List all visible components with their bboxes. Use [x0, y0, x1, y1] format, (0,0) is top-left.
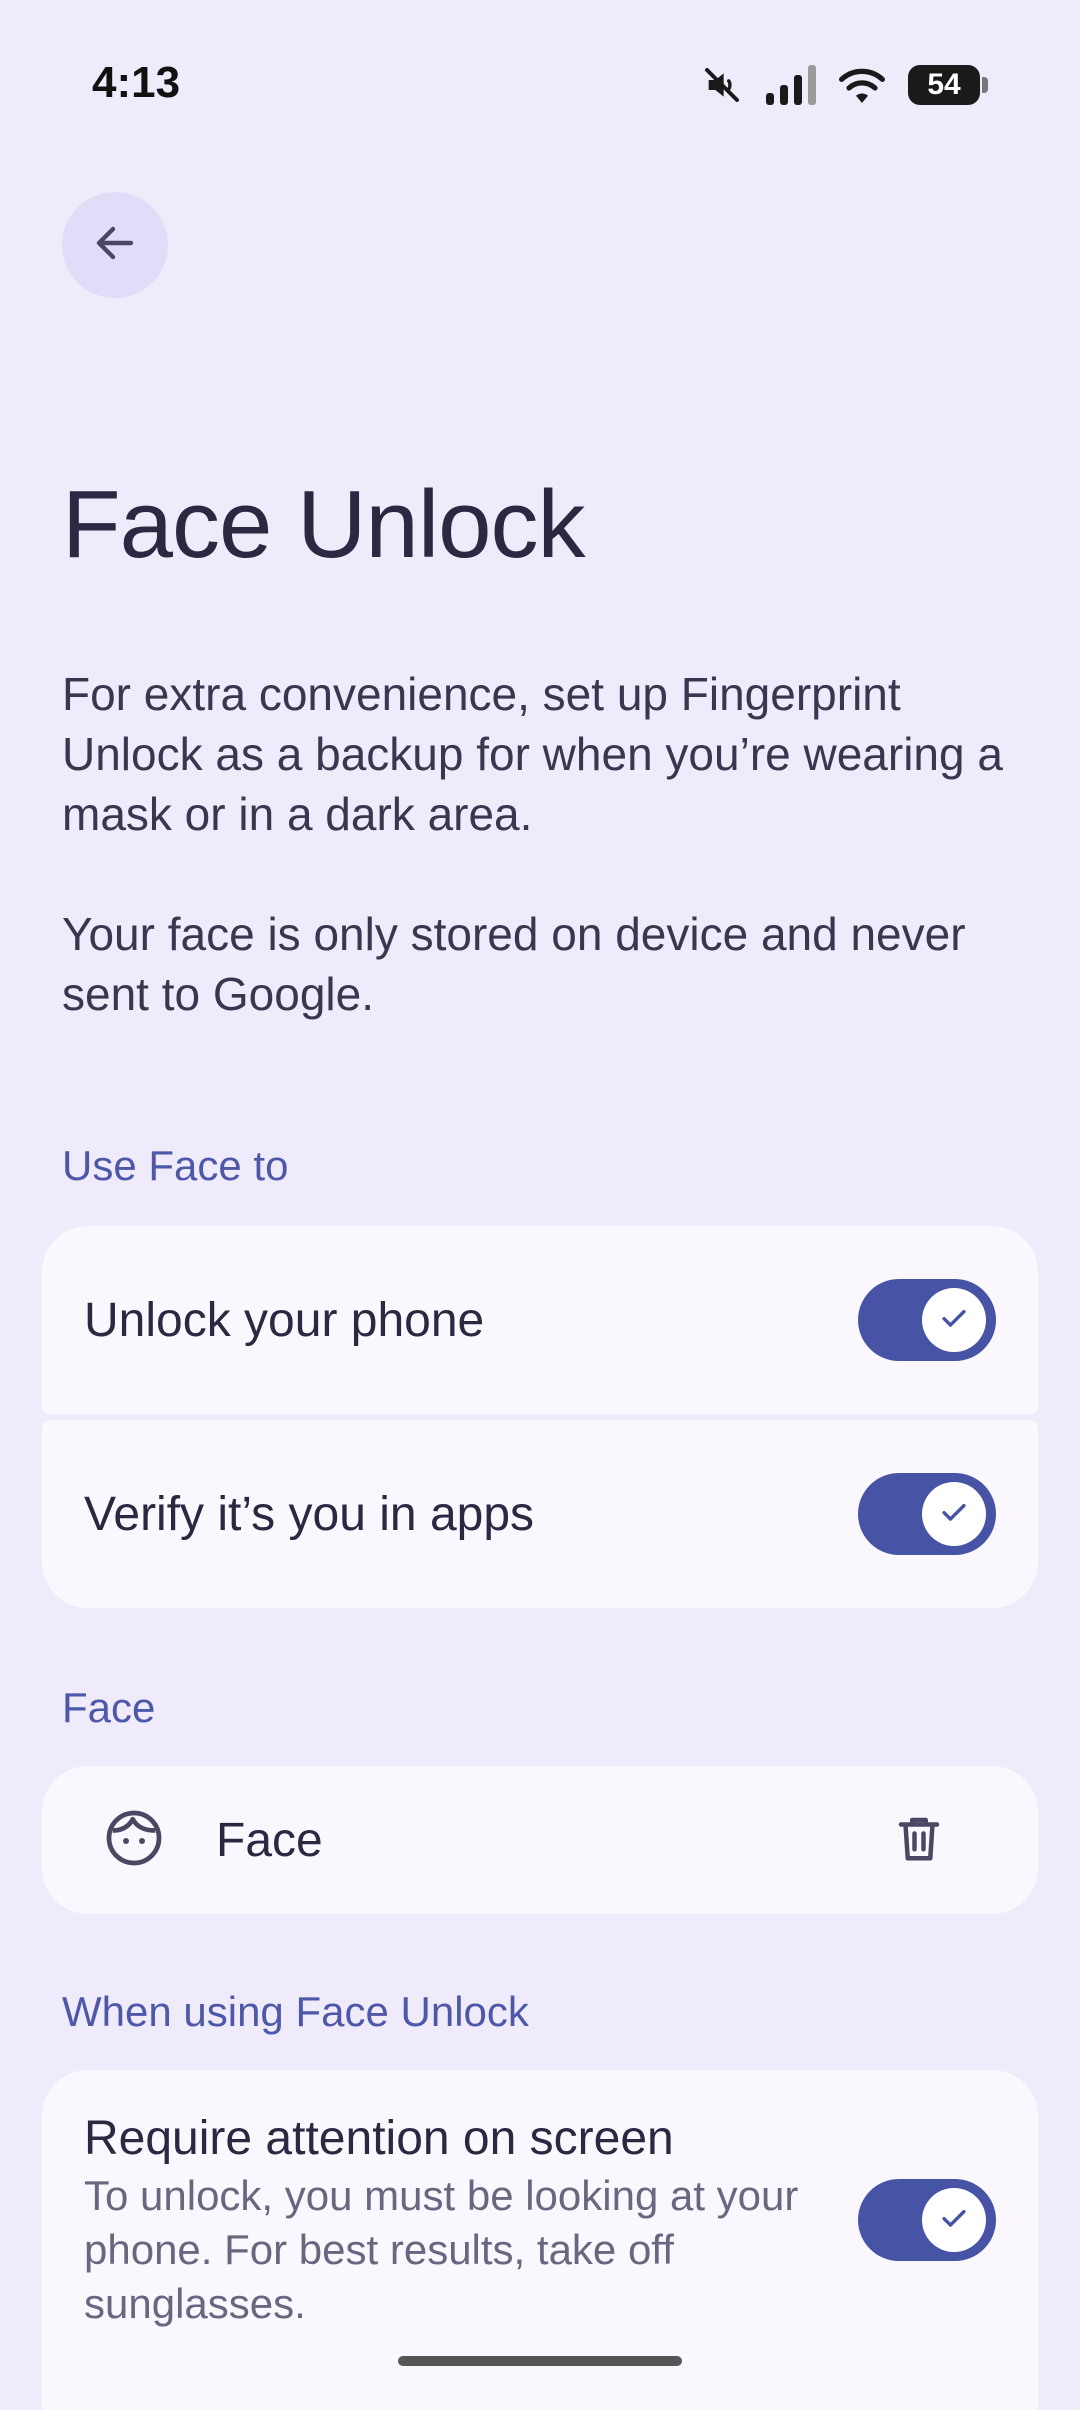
require-attention-row[interactable]: Require attention on screen To unlock, y…: [42, 2070, 1038, 2330]
verify-in-apps-row[interactable]: Verify it’s you in apps: [42, 1420, 1038, 1608]
status-icons: 54: [702, 60, 988, 110]
home-indicator[interactable]: [398, 2356, 682, 2366]
check-icon: [937, 1495, 971, 1534]
arrow-left-icon: [91, 219, 139, 272]
face-card: Face: [42, 1766, 1038, 1914]
trash-icon: [892, 1811, 946, 1870]
require-attention-text: Require attention on screen To unlock, y…: [84, 2109, 824, 2331]
section-header-face: Face: [62, 1684, 156, 1731]
back-button[interactable]: [62, 192, 168, 298]
battery-icon: 54: [908, 65, 988, 105]
section-header-when-using: When using Face Unlock: [62, 1988, 529, 2035]
wifi-icon: [838, 65, 886, 105]
status-bar: 4:13 54: [0, 0, 1080, 150]
delete-face-button[interactable]: [884, 1805, 954, 1875]
page-title: Face Unlock: [62, 471, 586, 578]
require-attention-title: Require attention on screen: [84, 2112, 674, 2165]
verify-in-apps-card: Verify it’s you in apps: [42, 1420, 1038, 1608]
toggle-knob: [922, 1482, 986, 1546]
toggle-knob: [922, 2188, 986, 2252]
unlock-phone-row[interactable]: Unlock your phone: [42, 1226, 1038, 1414]
mute-icon: [702, 65, 742, 105]
check-icon: [937, 1301, 971, 1340]
section-header-use-face-to: Use Face to: [62, 1142, 289, 1189]
signal-icon: [764, 65, 816, 105]
description-fingerprint-backup: For extra convenience, set up Fingerprin…: [62, 668, 1003, 840]
face-label: Face: [216, 1813, 323, 1867]
unlock-phone-toggle[interactable]: [858, 1279, 996, 1361]
unlock-phone-card: Unlock your phone: [42, 1226, 1038, 1414]
verify-in-apps-toggle[interactable]: [858, 1473, 996, 1555]
require-attention-toggle[interactable]: [858, 2179, 996, 2261]
toggle-knob: [922, 1288, 986, 1352]
face-icon: [104, 1808, 164, 1873]
require-attention-subtitle: To unlock, you must be looking at your p…: [84, 2172, 799, 2327]
description-privacy: Your face is only stored on device and n…: [62, 908, 966, 1020]
face-row[interactable]: Face: [42, 1766, 1038, 1914]
check-icon: [937, 2201, 971, 2240]
next-card-peek: [42, 2388, 1038, 2410]
unlock-phone-label: Unlock your phone: [84, 1293, 485, 1347]
require-attention-card: Require attention on screen To unlock, y…: [42, 2070, 1038, 2400]
battery-level: 54: [908, 65, 980, 105]
status-time: 4:13: [92, 58, 181, 107]
verify-in-apps-label: Verify it’s you in apps: [84, 1487, 535, 1541]
